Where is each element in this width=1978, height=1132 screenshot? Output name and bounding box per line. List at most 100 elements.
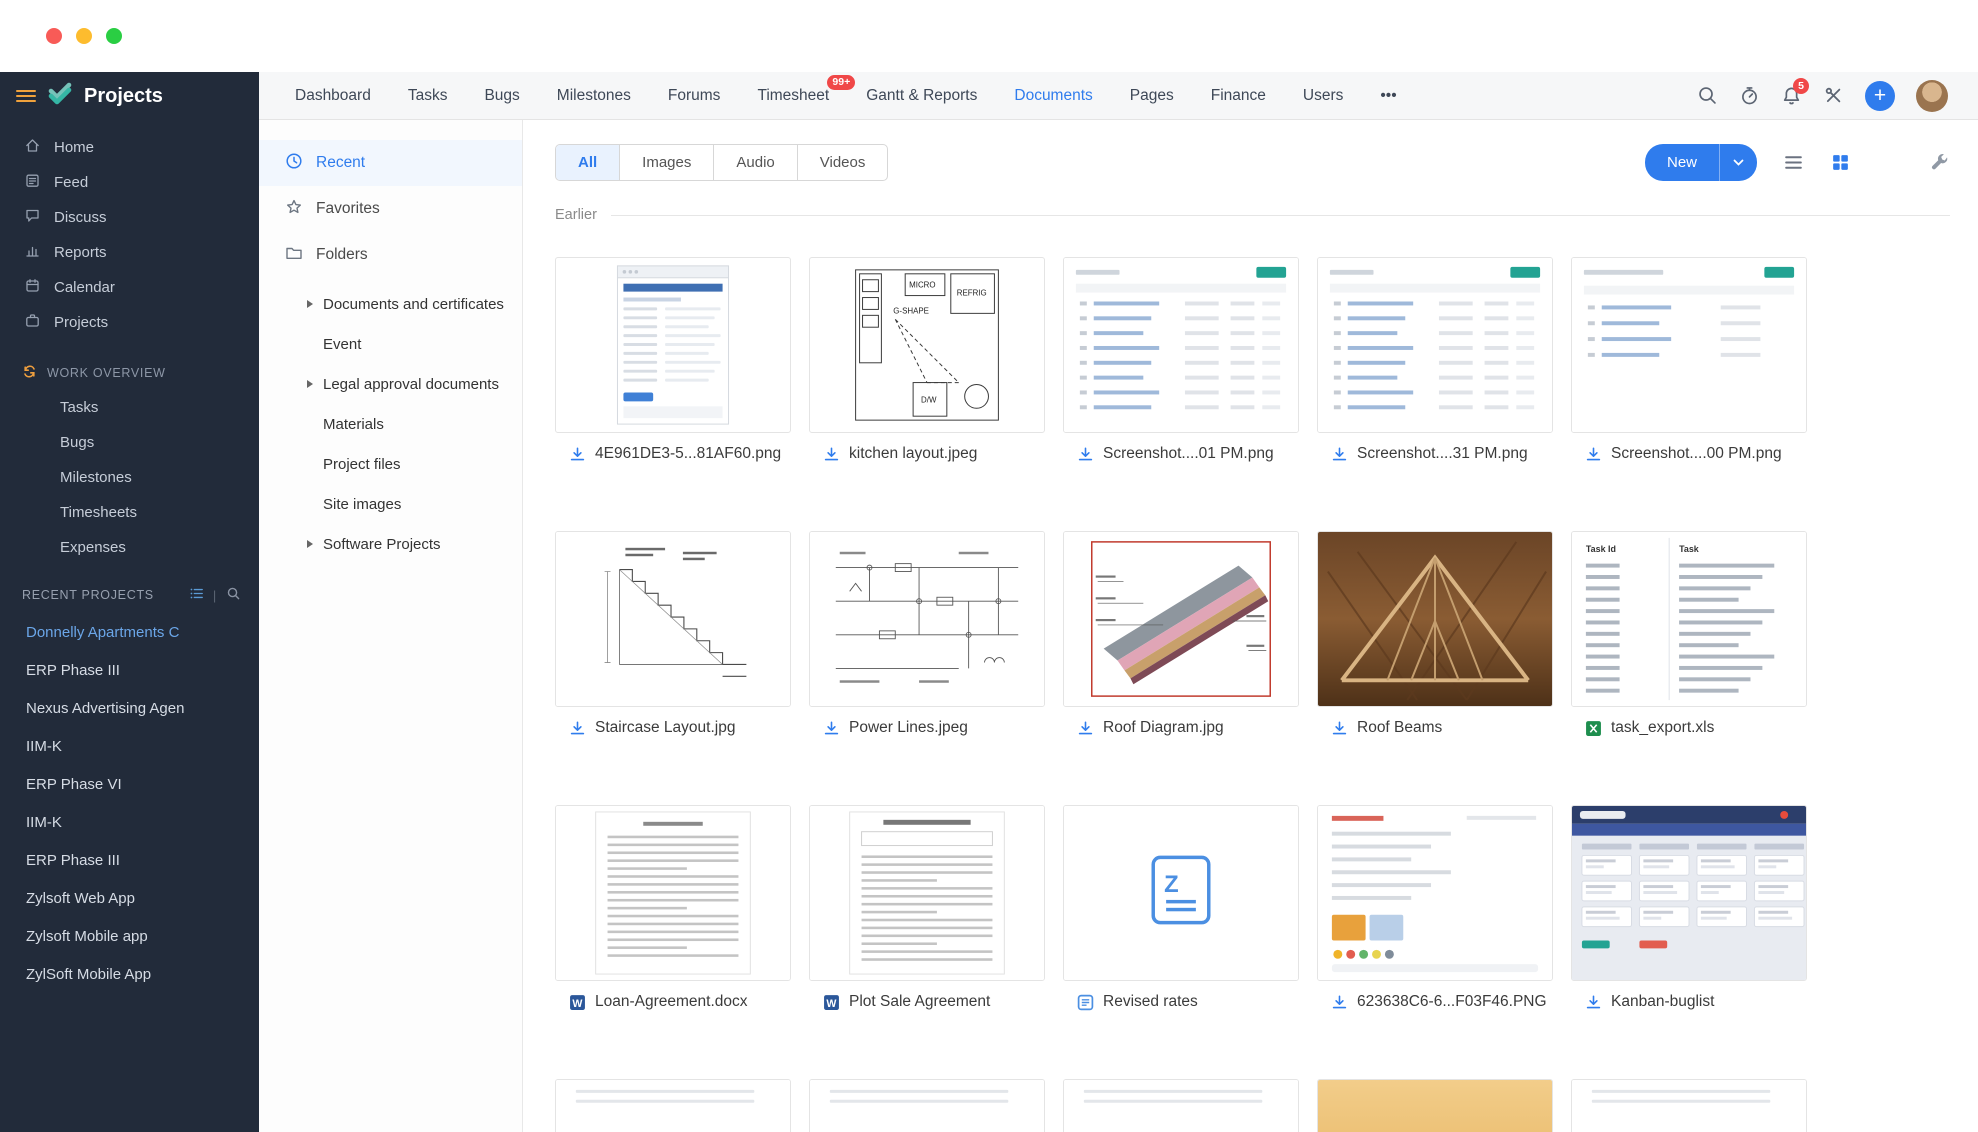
folder-site-images[interactable]: Site images — [259, 484, 522, 524]
sidebar-item-calendar[interactable]: Calendar — [0, 270, 259, 305]
window-close-button[interactable] — [46, 28, 62, 44]
file-thumbnail[interactable] — [1063, 257, 1299, 433]
new-dropdown-button[interactable] — [1719, 144, 1757, 181]
search-icon[interactable] — [1697, 85, 1718, 106]
nav-tab-users[interactable]: Users — [1303, 87, 1343, 105]
filter-tab-images[interactable]: Images — [619, 145, 713, 180]
recent-project-nexus-advertising-agen[interactable]: Nexus Advertising Agen — [0, 689, 259, 727]
timer-icon[interactable] — [1739, 85, 1760, 106]
folder-software-projects[interactable]: Software Projects — [259, 524, 522, 564]
file-name[interactable]: Revised rates — [1063, 993, 1299, 1011]
file-thumbnail[interactable] — [1317, 1079, 1553, 1132]
recent-project-iim-k[interactable]: IIM-K — [0, 727, 259, 765]
chevron-right-icon[interactable] — [307, 540, 313, 548]
sidebar-item-feed[interactable]: Feed — [0, 165, 259, 200]
file-thumbnail[interactable]: Z — [1063, 805, 1299, 981]
file-thumbnail[interactable] — [1063, 531, 1299, 707]
file-thumbnail[interactable] — [555, 805, 791, 981]
nav-tab-forums[interactable]: Forums — [668, 87, 721, 105]
file-name[interactable]: Staircase Layout.jpg — [555, 719, 791, 737]
nav-tab-pages[interactable]: Pages — [1130, 87, 1174, 105]
folder-event[interactable]: Event — [259, 324, 522, 364]
file-name[interactable]: kitchen layout.jpeg — [809, 445, 1045, 463]
nav-tab-more[interactable]: ••• — [1380, 87, 1396, 105]
menu-icon[interactable] — [16, 87, 36, 105]
recent-project-iim-k[interactable]: IIM-K — [0, 803, 259, 841]
nav-tab-timesheet[interactable]: Timesheet 99+ — [757, 74, 856, 105]
file-thumbnail[interactable] — [1317, 257, 1553, 433]
window-minimize-button[interactable] — [76, 28, 92, 44]
sidebar-item-discuss[interactable]: Discuss — [0, 200, 259, 235]
folder-documents-and-certificates[interactable]: Documents and certificates — [259, 284, 522, 324]
file-name[interactable]: Screenshot....00 PM.png — [1571, 445, 1807, 463]
folder-project-files[interactable]: Project files — [259, 444, 522, 484]
file-name[interactable]: Screenshot....01 PM.png — [1063, 445, 1299, 463]
file-name[interactable]: 623638C6-6...F03F46.PNG — [1317, 993, 1553, 1011]
grid-view-icon[interactable] — [1830, 152, 1851, 173]
file-thumbnail[interactable] — [1571, 1079, 1807, 1132]
file-name[interactable]: Kanban-buglist — [1571, 993, 1807, 1011]
work-overview-item-tasks[interactable]: Tasks — [0, 390, 259, 425]
new-button[interactable]: New — [1644, 144, 1719, 181]
avatar[interactable] — [1916, 79, 1948, 112]
recent-project-erp-phase-iii[interactable]: ERP Phase III — [0, 651, 259, 689]
file-thumbnail[interactable] — [1571, 257, 1807, 433]
sidebar-item-home[interactable]: Home — [0, 130, 259, 165]
file-thumbnail[interactable] — [1063, 1079, 1299, 1132]
chevron-right-icon[interactable] — [307, 380, 313, 388]
file-thumbnail[interactable] — [1317, 531, 1553, 707]
sidebar-item-reports[interactable]: Reports — [0, 235, 259, 270]
nav-tab-finance[interactable]: Finance — [1211, 87, 1266, 105]
sidebar-item-projects[interactable]: Projects — [0, 305, 259, 340]
tools-icon[interactable] — [1823, 85, 1844, 106]
file-name[interactable]: Power Lines.jpeg — [809, 719, 1045, 737]
recent-project-zylsoft-web-app[interactable]: Zylsoft Web App — [0, 879, 259, 917]
bell-icon[interactable]: 5 — [1781, 78, 1809, 106]
settings-wrench-icon[interactable] — [1929, 152, 1950, 173]
file-thumbnail[interactable] — [1317, 805, 1553, 981]
file-name[interactable]: task_export.xls — [1571, 719, 1807, 737]
docs-view-folders[interactable]: Folders — [259, 232, 522, 278]
recent-project-erp-phase-iii[interactable]: ERP Phase III — [0, 841, 259, 879]
docs-view-recent[interactable]: Recent — [259, 140, 522, 186]
file-thumbnail[interactable]: MICRO REFRIG G-SHAPE D/W — [809, 257, 1045, 433]
folder-materials[interactable]: Materials — [259, 404, 522, 444]
docs-view-favorites[interactable]: Favorites — [259, 186, 522, 232]
file-name[interactable]: W Loan-Agreement.docx — [555, 993, 791, 1011]
project-search-icon[interactable] — [226, 586, 241, 604]
nav-tab-bugs[interactable]: Bugs — [484, 87, 519, 105]
window-zoom-button[interactable] — [106, 28, 122, 44]
file-name[interactable]: Roof Beams — [1317, 719, 1553, 737]
nav-tab-tasks[interactable]: Tasks — [408, 87, 448, 105]
file-name[interactable]: 4E961DE3-5...81AF60.png — [555, 445, 791, 463]
filter-tab-all[interactable]: All — [556, 145, 620, 180]
nav-tab-gantt-reports[interactable]: Gantt & Reports — [866, 87, 977, 105]
file-thumbnail[interactable] — [809, 805, 1045, 981]
recent-project-erp-phase-vi[interactable]: ERP Phase VI — [0, 765, 259, 803]
recent-project-zylsoft-mobile-app[interactable]: Zylsoft Mobile app — [0, 917, 259, 955]
add-button[interactable]: + — [1865, 80, 1895, 111]
file-thumbnail[interactable] — [809, 1079, 1045, 1132]
file-thumbnail[interactable] — [555, 1079, 791, 1132]
file-thumbnail[interactable] — [555, 531, 791, 707]
recent-project-donnelly-apartments-c[interactable]: Donnelly Apartments C — [0, 613, 259, 651]
chevron-right-icon[interactable] — [307, 300, 313, 308]
file-name[interactable]: Roof Diagram.jpg — [1063, 719, 1299, 737]
nav-tab-documents[interactable]: Documents — [1014, 87, 1092, 105]
file-name[interactable]: Screenshot....31 PM.png — [1317, 445, 1553, 463]
recent-project-zylsoft-mobile-app[interactable]: ZylSoft Mobile App — [0, 955, 259, 993]
filter-tab-videos[interactable]: Videos — [796, 145, 888, 180]
project-list-icon[interactable] — [189, 586, 204, 604]
work-overview-item-timesheets[interactable]: Timesheets — [0, 495, 259, 530]
nav-tab-milestones[interactable]: Milestones — [557, 87, 631, 105]
list-view-icon[interactable] — [1783, 152, 1804, 173]
folder-legal-approval-documents[interactable]: Legal approval documents — [259, 364, 522, 404]
file-thumbnail[interactable] — [555, 257, 791, 433]
file-thumbnail[interactable]: Task Id Task — [1571, 531, 1807, 707]
filter-tab-audio[interactable]: Audio — [713, 145, 796, 180]
nav-tab-dashboard[interactable]: Dashboard — [295, 87, 371, 105]
file-thumbnail[interactable] — [809, 531, 1045, 707]
file-thumbnail[interactable] — [1571, 805, 1807, 981]
work-overview-item-expenses[interactable]: Expenses — [0, 530, 259, 565]
file-name[interactable]: W Plot Sale Agreement — [809, 993, 1045, 1011]
